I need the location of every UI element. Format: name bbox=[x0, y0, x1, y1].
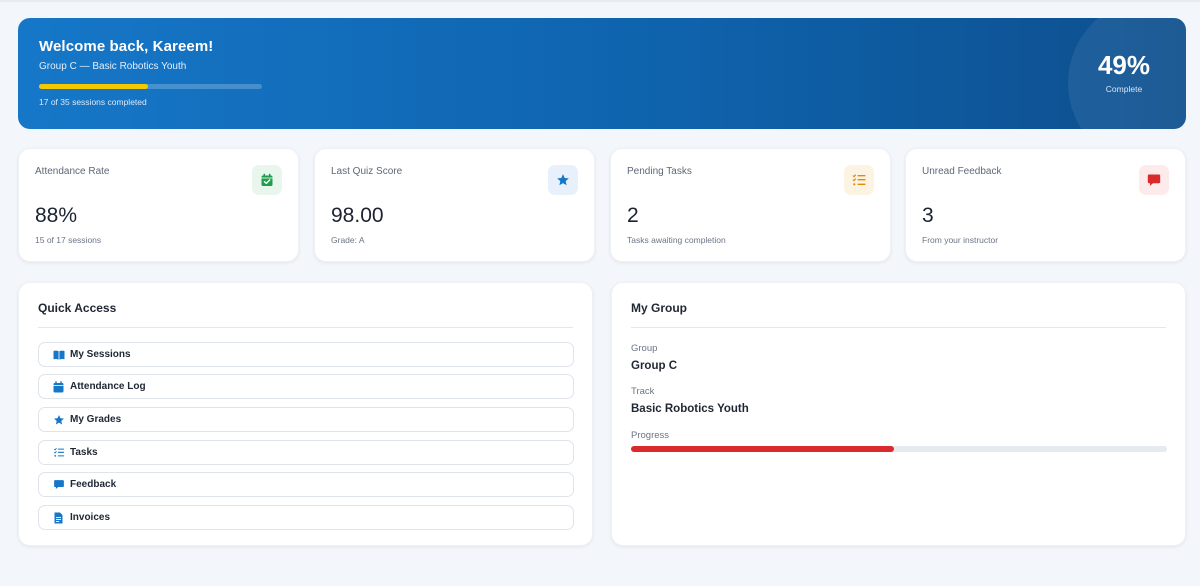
track-label: Track bbox=[631, 386, 655, 397]
quick-access-label: Invoices bbox=[70, 512, 111, 523]
stat-value: 3 bbox=[922, 204, 934, 227]
star-icon bbox=[548, 165, 578, 195]
quick-access-invoices[interactable]: Invoices bbox=[38, 505, 574, 530]
group-progress-bar bbox=[631, 446, 1167, 452]
course-progress-fill bbox=[39, 84, 149, 89]
course-progress-bar bbox=[39, 84, 262, 89]
my-group-panel: My Group Group Group C Track Basic Robot… bbox=[611, 282, 1186, 546]
completion-label: Complete bbox=[1105, 84, 1143, 94]
top-border bbox=[0, 0, 1200, 2]
panel-divider bbox=[38, 327, 573, 328]
stat-card-attendance: Attendance Rate 88% 15 of 17 sessions bbox=[18, 148, 299, 262]
completion-percent: 49% bbox=[1097, 50, 1151, 80]
stat-note: 15 of 17 sessions bbox=[35, 235, 102, 245]
group-label: Group bbox=[631, 343, 658, 354]
my-group-title: My Group bbox=[631, 301, 687, 315]
stat-label: Last Quiz Score bbox=[331, 166, 403, 177]
quick-access-tasks[interactable]: Tasks bbox=[38, 440, 574, 465]
group-subtitle: Group C — Basic Robotics Youth bbox=[39, 61, 187, 72]
stat-value: 98.00 bbox=[331, 204, 384, 227]
task-list-icon bbox=[844, 165, 874, 195]
quick-access-label: My Sessions bbox=[70, 349, 131, 360]
progress-label: Progress bbox=[631, 430, 670, 441]
group-value: Group C bbox=[631, 360, 677, 372]
stat-card-tasks: Pending Tasks 2 Tasks awaiting completio… bbox=[610, 148, 891, 262]
comment-icon bbox=[52, 479, 65, 491]
stat-card-quiz: Last Quiz Score 98.00 Grade: A bbox=[314, 148, 595, 262]
panel-divider bbox=[631, 327, 1166, 328]
stat-label: Attendance Rate bbox=[35, 166, 110, 177]
quick-access-title: Quick Access bbox=[38, 301, 117, 315]
star-icon bbox=[52, 414, 65, 426]
stat-value: 2 bbox=[627, 204, 639, 227]
quick-access-panel: Quick Access My Sessions Attendance Log … bbox=[18, 282, 593, 546]
stat-value: 88% bbox=[35, 204, 78, 227]
comment-icon bbox=[1139, 165, 1169, 195]
stat-label: Pending Tasks bbox=[627, 166, 692, 177]
group-progress-fill bbox=[631, 446, 894, 452]
file-invoice-icon bbox=[52, 512, 65, 524]
calendar-check-icon bbox=[252, 165, 282, 195]
track-value: Basic Robotics Youth bbox=[631, 403, 749, 415]
book-open-icon bbox=[52, 349, 65, 361]
stat-label: Unread Feedback bbox=[922, 166, 1002, 177]
quick-access-attendance-log[interactable]: Attendance Log bbox=[38, 374, 574, 399]
quick-access-label: Attendance Log bbox=[70, 381, 146, 392]
task-list-icon bbox=[52, 447, 65, 459]
stat-card-feedback: Unread Feedback 3 From your instructor bbox=[905, 148, 1186, 262]
welcome-banner: Welcome back, Kareem! Group C — Basic Ro… bbox=[18, 18, 1186, 129]
quick-access-my-grades[interactable]: My Grades bbox=[38, 407, 574, 432]
quick-access-label: My Grades bbox=[70, 414, 122, 425]
stat-note: From your instructor bbox=[922, 235, 999, 245]
stat-note: Grade: A bbox=[331, 235, 365, 245]
welcome-heading: Welcome back, Kareem! bbox=[39, 38, 214, 55]
quick-access-my-sessions[interactable]: My Sessions bbox=[38, 342, 574, 367]
quick-access-feedback[interactable]: Feedback bbox=[38, 472, 574, 497]
calendar-icon bbox=[52, 380, 65, 393]
stat-note: Tasks awaiting completion bbox=[627, 235, 726, 245]
sessions-completed-text: 17 of 35 sessions completed bbox=[39, 97, 147, 107]
quick-access-label: Feedback bbox=[70, 479, 117, 490]
quick-access-label: Tasks bbox=[70, 447, 98, 458]
